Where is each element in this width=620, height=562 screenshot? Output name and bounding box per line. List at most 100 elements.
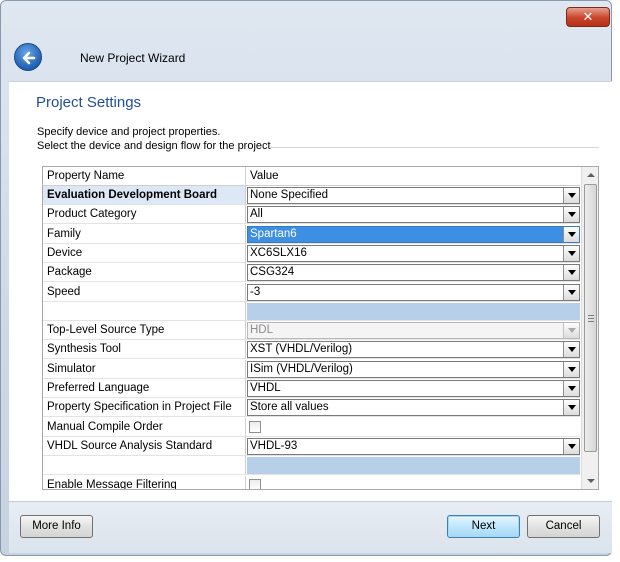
- property-name: Simulator: [43, 359, 246, 379]
- scroll-thumb[interactable]: [584, 184, 597, 452]
- table-row[interactable]: [43, 456, 580, 476]
- close-icon: ✕: [582, 9, 594, 24]
- property-name: Synthesis Tool: [43, 340, 246, 360]
- property-name: Package: [43, 263, 246, 283]
- scroll-up-icon[interactable]: [582, 167, 598, 183]
- dropdown-value: XC6SLX16: [250, 246, 307, 259]
- table-row[interactable]: Manual Compile Order: [43, 417, 580, 437]
- property-name: [43, 301, 246, 321]
- chevron-down-icon[interactable]: [563, 342, 579, 358]
- chevron-down-icon[interactable]: [563, 438, 579, 454]
- table-row[interactable]: Family Spartan6: [43, 224, 580, 244]
- divider: [269, 147, 599, 148]
- property-dropdown[interactable]: Spartan6: [247, 225, 580, 243]
- chevron-down-icon[interactable]: [563, 226, 579, 242]
- property-name: Property Specification in Project File: [43, 398, 246, 418]
- chevron-down-icon[interactable]: [563, 245, 579, 261]
- dropdown-value: -3: [250, 285, 261, 298]
- property-name: Evaluation Development Board: [43, 186, 246, 205]
- property-value-cell: None Specified: [246, 186, 580, 205]
- chevron-down-icon[interactable]: [563, 400, 579, 416]
- chevron-down-icon[interactable]: [563, 207, 579, 223]
- blank-value-field: [247, 457, 580, 475]
- property-name: Speed: [43, 282, 246, 302]
- table-row[interactable]: Simulator ISim (VHDL/Verilog): [43, 359, 580, 379]
- selection-highlight: Spartan6: [248, 226, 563, 242]
- property-checkbox[interactable]: [249, 420, 261, 433]
- table-row[interactable]: [43, 301, 580, 321]
- table-row[interactable]: Preferred Language VHDL: [43, 379, 580, 398]
- property-value-cell: [246, 476, 580, 489]
- property-dropdown[interactable]: None Specified: [247, 187, 580, 204]
- property-value-cell: CSG324: [246, 263, 580, 283]
- dropdown-value: HDL: [250, 324, 274, 337]
- property-value-cell: [246, 418, 580, 437]
- chevron-down-icon[interactable]: [563, 381, 579, 396]
- dropdown-value: None Specified: [250, 189, 328, 201]
- property-value-cell: ISim (VHDL/Verilog): [246, 360, 580, 379]
- table-row[interactable]: Product Category All: [43, 205, 580, 225]
- button-bar: More Info Next Cancel: [9, 501, 612, 553]
- property-value-cell: VHDL-93: [246, 437, 580, 456]
- dropdown-value: ISim (VHDL/Verilog): [250, 362, 353, 375]
- chevron-down-icon[interactable]: [563, 188, 579, 203]
- property-dropdown[interactable]: ISim (VHDL/Verilog): [247, 360, 580, 378]
- property-value-cell: HDL: [246, 321, 580, 341]
- more-info-button[interactable]: More Info: [20, 515, 93, 538]
- wizard-header: New Project Wizard: [9, 37, 609, 81]
- dropdown-value: VHDL: [250, 382, 281, 394]
- property-dropdown[interactable]: XST (VHDL/Verilog): [247, 341, 580, 359]
- back-button[interactable]: [14, 43, 42, 71]
- property-dropdown[interactable]: CSG324: [247, 264, 580, 282]
- table-row[interactable]: Device XC6SLX16: [43, 243, 580, 263]
- property-dropdown[interactable]: VHDL: [247, 380, 580, 397]
- property-checkbox[interactable]: [249, 478, 261, 489]
- chevron-down-icon[interactable]: [563, 323, 579, 339]
- property-name: Device: [43, 243, 246, 263]
- property-value-cell: [246, 302, 580, 321]
- property-dropdown[interactable]: Store all values: [247, 399, 580, 417]
- cancel-button[interactable]: Cancel: [527, 515, 600, 538]
- description-line-2: Select the device and design flow for th…: [37, 140, 271, 152]
- property-name: VHDL Source Analysis Standard: [43, 436, 246, 456]
- property-value-cell: All: [246, 205, 580, 225]
- table-row[interactable]: Synthesis Tool XST (VHDL/Verilog): [43, 340, 580, 360]
- table-row[interactable]: Property Specification in Project File St…: [43, 398, 580, 418]
- chevron-down-icon[interactable]: [563, 361, 579, 377]
- property-value-cell: XST (VHDL/Verilog): [246, 340, 580, 360]
- table-row[interactable]: VHDL Source Analysis Standard VHDL-93: [43, 436, 580, 456]
- close-button[interactable]: ✕: [566, 7, 610, 27]
- column-header-value: Value: [246, 167, 580, 186]
- chevron-down-icon[interactable]: [563, 284, 579, 300]
- vertical-scrollbar[interactable]: [581, 167, 598, 489]
- property-dropdown[interactable]: -3: [247, 283, 580, 301]
- table-row[interactable]: Enable Message Filtering: [43, 475, 580, 489]
- property-dropdown[interactable]: All: [247, 206, 580, 224]
- chevron-down-icon[interactable]: [563, 265, 579, 281]
- property-name: [43, 456, 246, 476]
- property-name: Product Category: [43, 205, 246, 225]
- next-button[interactable]: Next: [447, 515, 520, 538]
- column-header-name: Property Name: [43, 167, 246, 186]
- property-value-cell: XC6SLX16: [246, 244, 580, 263]
- property-name: Family: [43, 224, 246, 244]
- property-table: Property Name Value Evaluation Developme…: [42, 166, 599, 490]
- property-value-cell: VHDL: [246, 379, 580, 398]
- wizard-window: ✕ New Project Wizard Project Settings Sp…: [0, 0, 612, 556]
- dropdown-value: All: [250, 208, 263, 221]
- property-dropdown[interactable]: VHDL-93: [247, 437, 580, 455]
- property-name: Preferred Language: [43, 379, 246, 398]
- scroll-down-icon[interactable]: [582, 473, 598, 489]
- property-name: Top-Level Source Type: [43, 321, 246, 341]
- blank-value-field: [247, 302, 580, 320]
- dropdown-value: VHDL-93: [250, 439, 298, 452]
- property-dropdown: HDL: [247, 322, 580, 340]
- table-row[interactable]: Speed -3: [43, 282, 580, 302]
- dropdown-value: XST (VHDL/Verilog): [250, 343, 353, 356]
- property-dropdown[interactable]: XC6SLX16: [247, 244, 580, 262]
- table-row[interactable]: Evaluation Development Board None Specifi…: [43, 186, 580, 205]
- table-row[interactable]: Top-Level Source Type HDL: [43, 321, 580, 341]
- table-row[interactable]: Package CSG324: [43, 263, 580, 283]
- content-panel: Project Settings Specify device and proj…: [9, 81, 612, 501]
- description-line-1: Specify device and project properties.: [37, 126, 221, 138]
